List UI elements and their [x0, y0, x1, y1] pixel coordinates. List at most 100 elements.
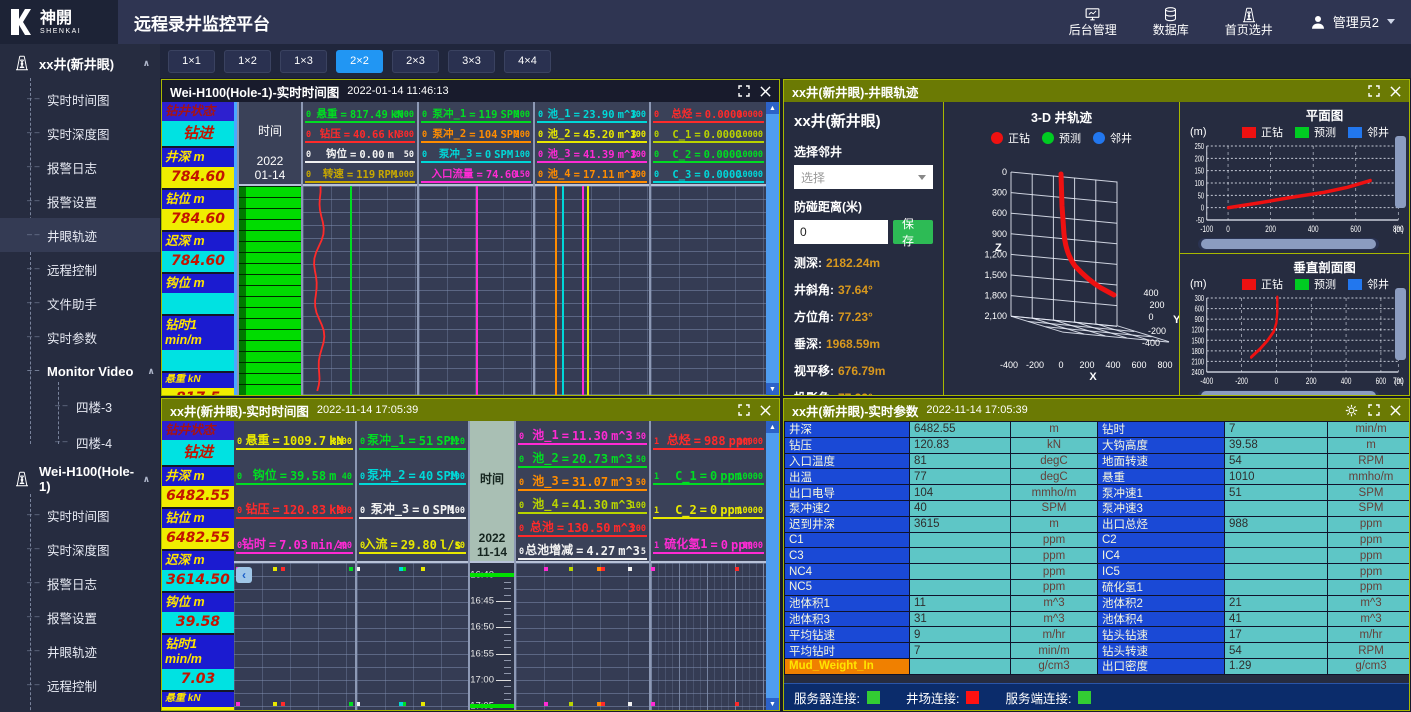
expand-icon[interactable] [1368, 85, 1380, 97]
curve-value: 120.83 [283, 503, 326, 517]
curve-scale-min: 0 [654, 130, 659, 140]
close-icon[interactable] [760, 405, 771, 416]
param-label: 泵冲速2 [785, 501, 909, 516]
sidebar-item-报警日志[interactable]: 报警日志 [0, 566, 160, 600]
sidebar-item-报警设置[interactable]: 报警设置 [0, 600, 160, 634]
curve-scale-max: 100 [450, 472, 465, 482]
sidebar-well-header[interactable]: xx井(新井眼)∧ [0, 44, 160, 82]
time-tick-label: 16:55 [470, 648, 494, 659]
curve-dot [349, 702, 353, 706]
legend-item: 邻井 [1348, 276, 1389, 292]
nav-item-2[interactable]: 首页选井 [1225, 6, 1273, 37]
sidebar-item-Monitor Video[interactable]: Monitor Video∧ [0, 354, 160, 388]
svg-text:200: 200 [1195, 153, 1204, 164]
grid-layout-button-1×1[interactable]: 1×1 [168, 50, 215, 73]
time-tick-minor [504, 686, 511, 687]
param-label: 迟到井深 [785, 517, 909, 532]
sidebar-item-实时时间图[interactable]: 实时时间图 [0, 82, 160, 116]
gear-icon[interactable] [1345, 404, 1358, 417]
grid-layout-button-2×2[interactable]: 2×2 [336, 50, 383, 73]
anticollision-distance-input[interactable] [794, 220, 888, 244]
status-label: 服务器连接: [794, 688, 860, 707]
neighbor-well-select[interactable]: 选择 [794, 165, 933, 189]
vertical-scrollbar[interactable] [1395, 288, 1406, 360]
grid-layout-button-4×4[interactable]: 4×4 [504, 50, 551, 73]
svg-text:2,100: 2,100 [984, 311, 1007, 321]
sidebar-item-井眼轨迹[interactable]: 井眼轨迹 [0, 634, 160, 668]
close-icon[interactable] [1390, 86, 1401, 97]
curve-scale-max: 300 [399, 130, 414, 140]
grid-layout-button-3×3[interactable]: 3×3 [448, 50, 495, 73]
collapse-strip-button[interactable]: ‹ [236, 567, 252, 583]
equals-sign [576, 544, 583, 558]
param-label: 出口总烃 [1098, 517, 1224, 532]
time-tick-minor [504, 608, 511, 609]
strip-group: 迟深 m3614.50 [162, 551, 234, 591]
sidebar-item-文件助手[interactable]: 文件助手 [0, 702, 160, 712]
param-unit: ppm [1011, 564, 1097, 579]
user-menu[interactable]: 管理员2 [1309, 12, 1395, 31]
scroll-up-icon[interactable]: ▲ [766, 102, 779, 114]
sidebar-item-井眼轨迹[interactable]: 井眼轨迹 [0, 218, 160, 252]
vertical-scrollbar[interactable]: ▲▼ [766, 421, 779, 710]
nav-item-0[interactable]: 后台管理 [1069, 6, 1117, 37]
horizontal-scrollbar[interactable] [1198, 238, 1379, 250]
grid-layout-button-1×3[interactable]: 1×3 [280, 50, 327, 73]
sidebar-item-四楼-4[interactable]: 四楼-4 [0, 424, 160, 460]
grid-layout-button-2×3[interactable]: 2×3 [392, 50, 439, 73]
sidebar-well-header[interactable]: Wei-H100(Hole-1)∧ [0, 460, 160, 498]
curve-dot [735, 567, 739, 571]
curve-value: 23.90 [583, 109, 615, 121]
sidebar-item-报警设置[interactable]: 报警设置 [0, 184, 160, 218]
close-icon[interactable] [1390, 405, 1401, 416]
sidebar-item-实时参数[interactable]: 实时参数 [0, 320, 160, 354]
sidebar-item-四楼-3[interactable]: 四楼-3 [0, 388, 160, 424]
scroll-up-icon[interactable]: ▲ [766, 421, 779, 433]
status-indicator [867, 691, 880, 704]
strip-label: 迟深 m [162, 551, 234, 570]
curve-scale-min: 0 [422, 110, 427, 120]
strip-label: 钩位 m [162, 593, 234, 612]
expand-icon[interactable] [738, 404, 750, 416]
strip-value: 3614.50 [162, 570, 234, 591]
param-unit: m^3 [1011, 612, 1097, 627]
nav-item-1[interactable]: 数据库 [1153, 6, 1189, 37]
sidebar-item-实时时间图[interactable]: 实时时间图 [0, 498, 160, 532]
panel-timestamp: 2022-01-14 11:46:13 [347, 85, 448, 97]
logo-zh: 神開 [40, 10, 81, 26]
sidebar-item-远程控制[interactable]: 远程控制 [0, 668, 160, 702]
sidebar-item-报警日志[interactable]: 报警日志 [0, 150, 160, 184]
scroll-down-icon[interactable]: ▼ [766, 383, 779, 395]
sidebar-item-文件助手[interactable]: 文件助手 [0, 286, 160, 320]
param-label: 泵冲速3 [1098, 501, 1224, 516]
param-label: 大钩高度 [1098, 438, 1224, 453]
curve-scale-max: 10000 [737, 472, 763, 482]
expand-icon[interactable] [738, 85, 750, 97]
curve-value: 7.03 [279, 538, 308, 552]
curve-header: 1总烃988ppm10000 [653, 428, 764, 450]
save-button[interactable]: 保存 [893, 220, 933, 244]
status-indicator [966, 691, 979, 704]
sidebar-item-实时深度图[interactable]: 实时深度图 [0, 116, 160, 150]
sidebar-item-label: 四楼-4 [76, 433, 112, 452]
vertical-scrollbar[interactable] [1395, 136, 1406, 208]
time-tick-minor [504, 634, 511, 635]
param-value: 9 [910, 627, 1010, 642]
sidebar-item-远程控制[interactable]: 远程控制 [0, 252, 160, 286]
legend-chip [1295, 279, 1309, 290]
svg-text:400: 400 [1105, 360, 1120, 370]
scroll-down-icon[interactable]: ▼ [766, 698, 779, 710]
param-value: 40 [910, 501, 1010, 516]
svg-text:400: 400 [1341, 376, 1352, 387]
horizontal-scrollbar[interactable] [1198, 390, 1379, 396]
vertical-scrollbar[interactable]: ▲▼ [766, 102, 779, 395]
legend-label: 预测 [1314, 124, 1336, 140]
strip-value: 784.60 [162, 251, 234, 272]
equals-sign [390, 538, 397, 552]
param-unit: m [1011, 517, 1097, 532]
sidebar-item-实时深度图[interactable]: 实时深度图 [0, 532, 160, 566]
grid-layout-button-1×2[interactable]: 1×2 [224, 50, 271, 73]
expand-icon[interactable] [1368, 404, 1380, 416]
close-icon[interactable] [760, 86, 771, 97]
track-header: 1总烃988ppm100001C_10ppm100001C_20ppm10000… [651, 421, 766, 563]
